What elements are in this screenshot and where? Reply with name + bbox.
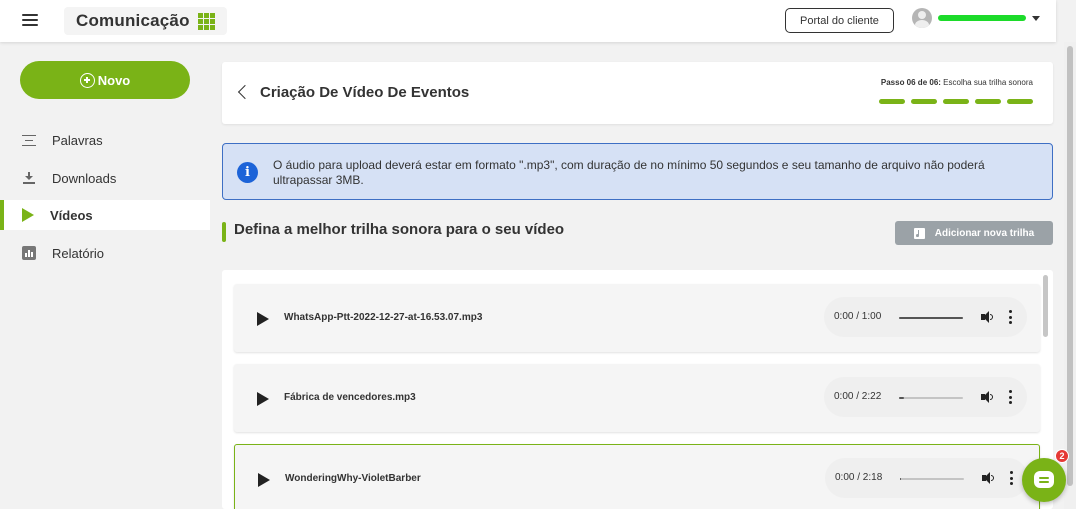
sidebar-item-downloads[interactable]: Downloads <box>0 163 210 193</box>
section-title: Defina a melhor trilha sonora para o seu… <box>234 221 565 238</box>
volume-icon[interactable] <box>981 311 993 323</box>
sidebar-item-relatorio[interactable]: Relatório <box>0 238 210 268</box>
track-item-selected[interactable]: WonderingWhy-VioletBarber 0:00 / 2:18 <box>234 444 1040 509</box>
step-number: Passo 06 de 06: <box>880 78 941 87</box>
apps-grid-icon[interactable] <box>197 12 215 30</box>
progress-fill <box>899 317 963 319</box>
window-scrollbar[interactable] <box>1064 42 1076 509</box>
audio-player[interactable]: 0:00 / 2:18 <box>825 458 1028 498</box>
step-indicator: Passo 06 de 06: Escolha sua trilha sonor… <box>881 78 1033 87</box>
player-time: 0:00 / 1:00 <box>834 311 882 322</box>
step-description: Escolha sua trilha sonora <box>940 78 1033 87</box>
step-bar <box>879 99 905 104</box>
chat-icon <box>1034 471 1054 488</box>
user-menu[interactable] <box>912 8 1040 28</box>
sidebar-item-label: Relatório <box>52 245 105 261</box>
volume-icon[interactable] <box>981 391 993 403</box>
avatar-icon <box>912 8 932 28</box>
progress-slider[interactable] <box>900 478 964 480</box>
progress-fill <box>899 397 905 399</box>
username-redacted <box>938 15 1026 21</box>
volume-icon[interactable] <box>982 472 994 484</box>
chat-button[interactable] <box>1022 458 1066 502</box>
info-alert: i O áudio para upload deverá estar em fo… <box>222 143 1053 200</box>
chevron-down-icon <box>1032 15 1040 21</box>
alert-text: O áudio para upload deverá estar em form… <box>273 158 985 187</box>
portal-button[interactable]: Portal do cliente <box>785 8 894 33</box>
list-scrollbar[interactable] <box>1043 275 1048 337</box>
play-icon[interactable] <box>257 312 269 326</box>
audio-player[interactable]: 0:00 / 1:00 <box>824 297 1027 337</box>
new-button[interactable]: Novo <box>20 61 190 99</box>
add-track-button[interactable]: Adicionar nova trilha <box>895 221 1053 245</box>
sidebar: Novo Palavras Downloads Vídeos Relatório <box>0 42 210 509</box>
track-name: Fábrica de vencedores.mp3 <box>284 392 416 403</box>
step-bar <box>943 99 969 104</box>
more-vertical-icon[interactable] <box>1009 471 1013 485</box>
play-icon <box>22 208 34 222</box>
info-icon: i <box>237 162 258 183</box>
step-progress <box>879 99 1033 104</box>
play-icon[interactable] <box>258 473 270 487</box>
download-icon <box>22 171 36 185</box>
brand[interactable]: Comunicação <box>64 7 227 35</box>
track-item[interactable]: Fábrica de vencedores.mp3 0:00 / 2:22 <box>234 364 1040 432</box>
top-bar: Comunicação Portal do cliente <box>0 0 1056 42</box>
sidebar-item-palavras[interactable]: Palavras <box>0 125 210 155</box>
track-item[interactable]: WhatsApp-Ptt-2022-12-27-at-16.53.07.mp3 … <box>234 284 1040 352</box>
progress-fill <box>900 478 902 480</box>
track-name: WhatsApp-Ptt-2022-12-27-at-16.53.07.mp3 <box>284 312 483 323</box>
track-list: WhatsApp-Ptt-2022-12-27-at-16.53.07.mp3 … <box>222 270 1053 509</box>
music-note-icon <box>913 227 925 239</box>
brand-name: Comunicação <box>76 11 190 30</box>
sidebar-item-label: Downloads <box>52 170 117 186</box>
window-scroll-thumb[interactable] <box>1067 46 1073 486</box>
page-header: Criação De Vídeo De Eventos Passo 06 de … <box>222 62 1053 124</box>
section-accent-bar <box>222 222 226 242</box>
step-bar <box>911 99 937 104</box>
menu-icon[interactable] <box>22 14 38 26</box>
notification-badge: 2 <box>1055 449 1069 463</box>
plus-circle-icon <box>79 72 95 88</box>
more-vertical-icon[interactable] <box>1008 390 1012 404</box>
bar-chart-icon <box>22 246 36 260</box>
sidebar-item-label: Vídeos <box>50 207 93 223</box>
sidebar-item-label: Palavras <box>52 132 103 148</box>
add-track-label: Adicionar nova trilha <box>934 227 1035 239</box>
play-icon[interactable] <box>257 392 269 406</box>
progress-slider[interactable] <box>899 397 963 399</box>
step-bar <box>975 99 1001 104</box>
new-button-label: Novo <box>97 72 131 88</box>
player-time: 0:00 / 2:18 <box>835 472 883 483</box>
step-bar <box>1007 99 1033 104</box>
page-title: Criação De Vídeo De Eventos <box>260 84 470 101</box>
track-name: WonderingWhy-VioletBarber <box>285 473 421 484</box>
chevron-left-icon[interactable] <box>237 84 253 100</box>
sidebar-item-videos[interactable]: Vídeos <box>0 200 210 230</box>
progress-slider[interactable] <box>899 317 963 319</box>
more-vertical-icon[interactable] <box>1008 310 1012 324</box>
audio-player[interactable]: 0:00 / 2:22 <box>824 377 1027 417</box>
player-time: 0:00 / 2:22 <box>834 391 882 402</box>
list-lines-icon <box>22 134 36 146</box>
